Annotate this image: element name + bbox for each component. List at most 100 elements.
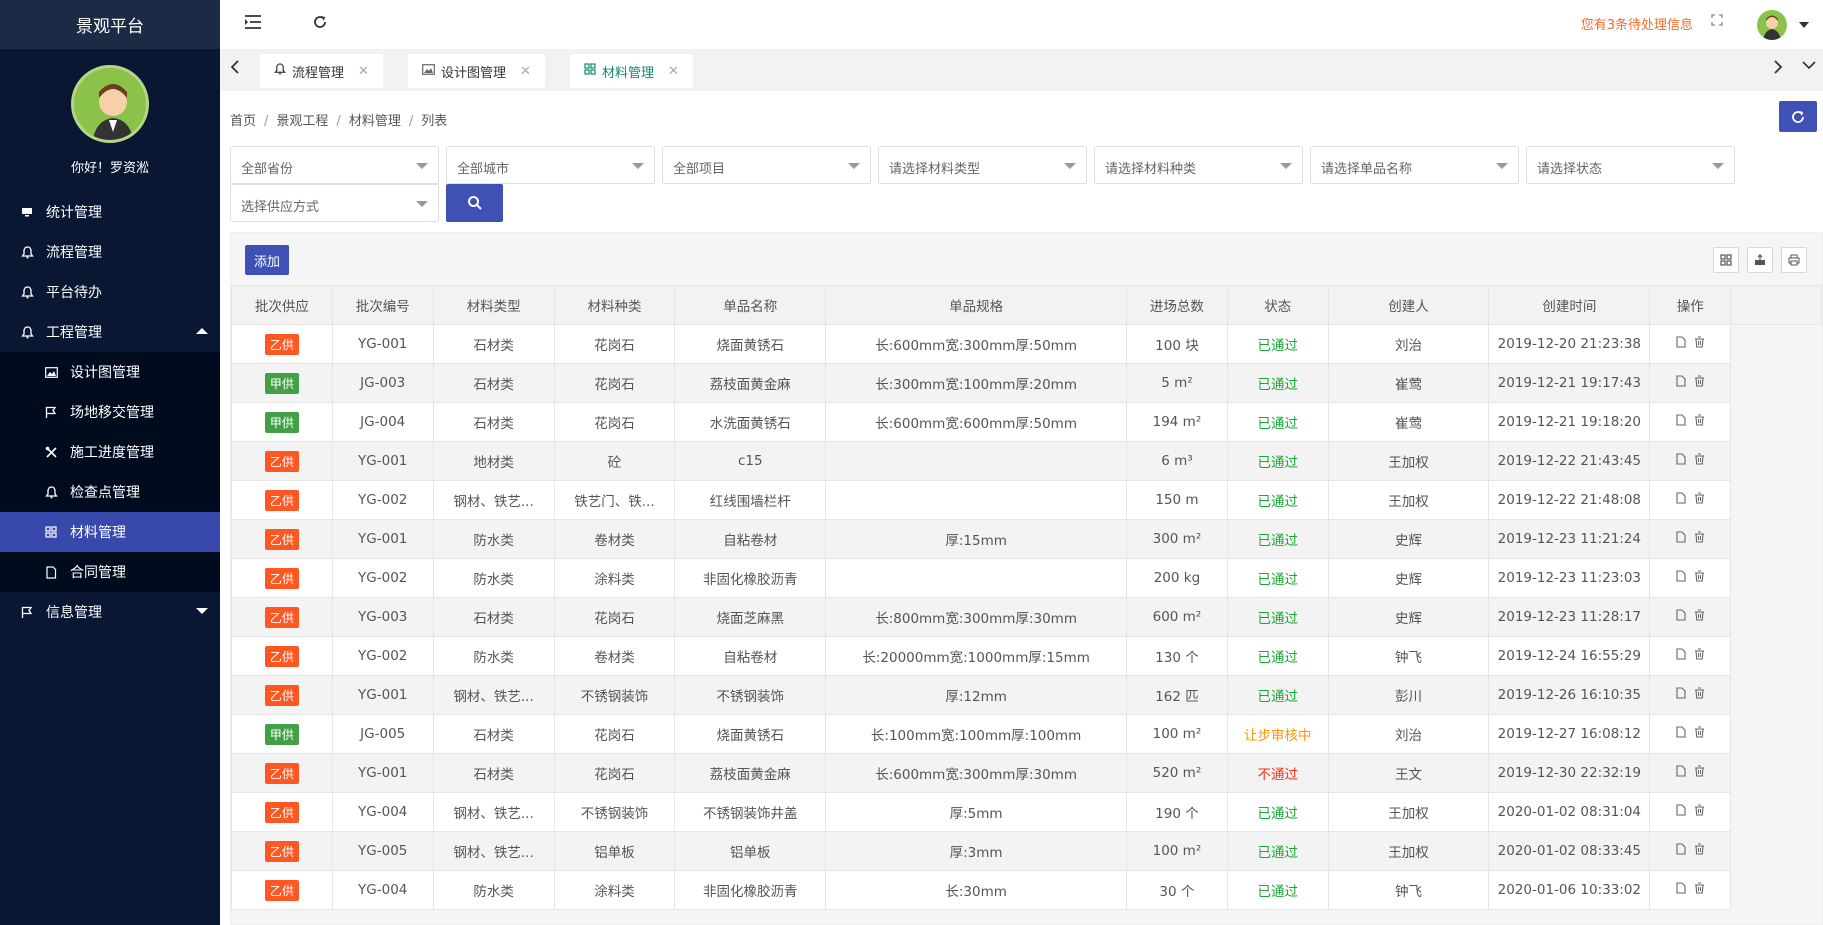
edit-icon[interactable] [1676,648,1686,664]
edit-icon[interactable] [1676,804,1686,820]
material-type-select[interactable]: 请选择材料类型 [878,146,1087,184]
delete-icon[interactable] [1694,843,1705,859]
edit-icon[interactable] [1676,609,1686,625]
delete-icon[interactable] [1694,492,1705,508]
export-button[interactable] [1747,247,1773,273]
table-row[interactable]: 乙供 YG-005 钢材、铁艺... 铝单板 铝单板 厚:3mm 100 m² 已通过 王加权 2… [231,831,1822,871]
project-select[interactable]: 全部项目 [662,146,871,184]
chevron-right-icon[interactable] [1773,59,1783,80]
table-row[interactable]: 乙供 YG-004 钢材、铁艺... 不锈钢装饰 不锈钢装饰井盖 厚:5mm 190 个 已通… [231,792,1822,832]
reload-icon[interactable] [312,14,328,35]
fullscreen-icon[interactable] [1711,14,1723,30]
row-spacer [1730,480,1822,520]
edit-icon[interactable] [1676,726,1686,742]
status-select[interactable]: 请选择状态 [1526,146,1735,184]
close-icon[interactable]: ✕ [520,64,531,79]
table-row[interactable]: 乙供 YG-003 石材类 花岗石 烧面芝麻黑 长:800mm宽:300mm厚:30mm 6… [231,597,1822,637]
delete-icon[interactable] [1694,882,1705,898]
edit-icon[interactable] [1676,765,1686,781]
city-select[interactable]: 全部城市 [446,146,655,184]
table-cell: 200 kg [1126,558,1228,598]
delete-icon[interactable] [1694,453,1705,469]
edit-icon[interactable] [1676,531,1686,547]
print-button[interactable] [1781,247,1807,273]
table-row[interactable]: 乙供 YG-002 钢材、铁艺... 铁艺门、铁... 红线围墙栏杆 150 m 已通过 王加… [231,480,1822,520]
sidebar-item-checkpoint[interactable]: 检查点管理 [0,472,220,512]
chevron-down-icon[interactable] [1801,57,1817,78]
actions-cell [1649,636,1732,676]
status-cell: 已通过 [1226,831,1329,871]
edit-icon[interactable] [1676,687,1686,703]
sidebar-item-materials[interactable]: 材料管理 [0,512,220,552]
edit-icon[interactable] [1676,336,1686,352]
item-name-select[interactable]: 请选择单品名称 [1310,146,1519,184]
delete-icon[interactable] [1694,609,1705,625]
columns-button[interactable] [1713,247,1739,273]
add-button[interactable]: 添加 [245,245,289,275]
close-icon[interactable]: ✕ [668,64,679,79]
table-row[interactable]: 乙供 YG-002 防水类 卷材类 自粘卷材 长:20000mm宽:1000mm厚:15m… [231,636,1822,676]
delete-icon[interactable] [1694,531,1705,547]
table-row[interactable]: 乙供 YG-001 地材类砼 c15 6 m³ 已通过 王加权 2019-12-22 21:4… [231,441,1822,481]
table-row[interactable]: 乙供 YG-001 石材类 花岗石 烧面黄锈石 长:600mm宽:300mm厚:50mm 1… [231,324,1822,364]
edit-icon[interactable] [1676,453,1686,469]
tab-process[interactable]: 流程管理 ✕ [260,54,383,88]
table-cell: 花岗石 [553,597,676,637]
chevron-down-icon [416,163,428,169]
sidebar-item-todo[interactable]: 平台待办 [0,272,220,312]
edit-icon[interactable] [1676,882,1686,898]
topbar: 您有3条待处理信息 [220,0,1823,49]
province-select[interactable]: 全部省份 [230,146,439,184]
table-row[interactable]: 甲供 JG-005 石材类 花岗石 烧面黄锈石 长:100mm宽:100mm厚:100mm… [231,714,1822,754]
column-header: 操作 [1649,285,1732,325]
delete-icon[interactable] [1694,687,1705,703]
edit-icon[interactable] [1676,492,1686,508]
table-row[interactable]: 乙供 YG-004 防水类 涂料类 非固化橡胶沥青 长:30mm 30 个 已通过 钟飞 2020… [231,870,1822,910]
sidebar-item-engineering[interactable]: 工程管理 [0,312,220,352]
user-avatar[interactable] [1757,10,1787,40]
delete-icon[interactable] [1694,414,1705,430]
sidebar-item-progress[interactable]: 施工进度管理 [0,432,220,472]
delete-icon[interactable] [1694,726,1705,742]
chevron-down-icon[interactable] [1799,22,1809,28]
sidebar-item-design[interactable]: 设计图管理 [0,352,220,392]
breadcrumb-item[interactable]: 首页 [230,114,256,129]
pending-notice[interactable]: 您有3条待处理信息 [1581,14,1693,33]
search-button[interactable] [446,184,503,222]
table-row[interactable]: 乙供 YG-001 防水类 卷材类 自粘卷材 厚:15mm 300 m² 已通过 史辉 2019-… [231,519,1822,559]
table-row[interactable]: 乙供 YG-002 防水类 涂料类 非固化橡胶沥青 200 kg 已通过 史辉 2019-12-… [231,558,1822,598]
breadcrumb-item[interactable]: 景观工程 [276,114,328,129]
delete-icon[interactable] [1694,648,1705,664]
row-spacer [1730,558,1822,598]
chevron-down-icon [848,163,860,169]
table-row[interactable]: 甲供 JG-003 石材类 花岗石 荔枝面黄金麻 长:300mm宽:100mm厚:20mm… [231,363,1822,403]
menu-toggle-icon[interactable] [244,14,262,35]
material-kind-select[interactable]: 请选择材料种类 [1094,146,1303,184]
breadcrumb-item[interactable]: 材料管理 [349,114,401,129]
tab-materials[interactable]: 材料管理 ✕ [570,54,693,88]
edit-icon[interactable] [1676,570,1686,586]
supply-select[interactable]: 选择供应方式 [230,184,439,222]
delete-icon[interactable] [1694,336,1705,352]
edit-icon[interactable] [1676,843,1686,859]
delete-icon[interactable] [1694,765,1705,781]
table-cell: 烧面芝麻黑 [674,597,827,637]
delete-icon[interactable] [1694,804,1705,820]
sidebar-item-info[interactable]: 信息管理 [0,592,220,632]
delete-icon[interactable] [1694,375,1705,391]
table-row[interactable]: 乙供 YG-001 钢材、铁艺... 不锈钢装饰 不锈钢装饰 厚:12mm 162 匹已通过… [231,675,1822,715]
table-row[interactable]: 乙供 YG-001 石材类 花岗石 荔枝面黄金麻 长:600mm宽:300mm厚:30mm… [231,753,1822,793]
chevron-left-icon[interactable] [230,59,240,80]
edit-icon[interactable] [1676,375,1686,391]
close-icon[interactable]: ✕ [358,64,369,79]
sidebar-item-site-handover[interactable]: 场地移交管理 [0,392,220,432]
refresh-button[interactable] [1779,101,1817,132]
delete-icon[interactable] [1694,570,1705,586]
tab-design[interactable]: 设计图管理 ✕ [408,54,545,88]
bell-icon [274,63,286,79]
edit-icon[interactable] [1676,414,1686,430]
sidebar-item-process[interactable]: 流程管理 [0,232,220,272]
sidebar-item-contracts[interactable]: 合同管理 [0,552,220,592]
table-row[interactable]: 甲供 JG-004 石材类 花岗石 水洗面黄锈石 长:600mm宽:600mm厚:50mm… [231,402,1822,442]
sidebar-item-statistics[interactable]: 统计管理 [0,192,220,232]
